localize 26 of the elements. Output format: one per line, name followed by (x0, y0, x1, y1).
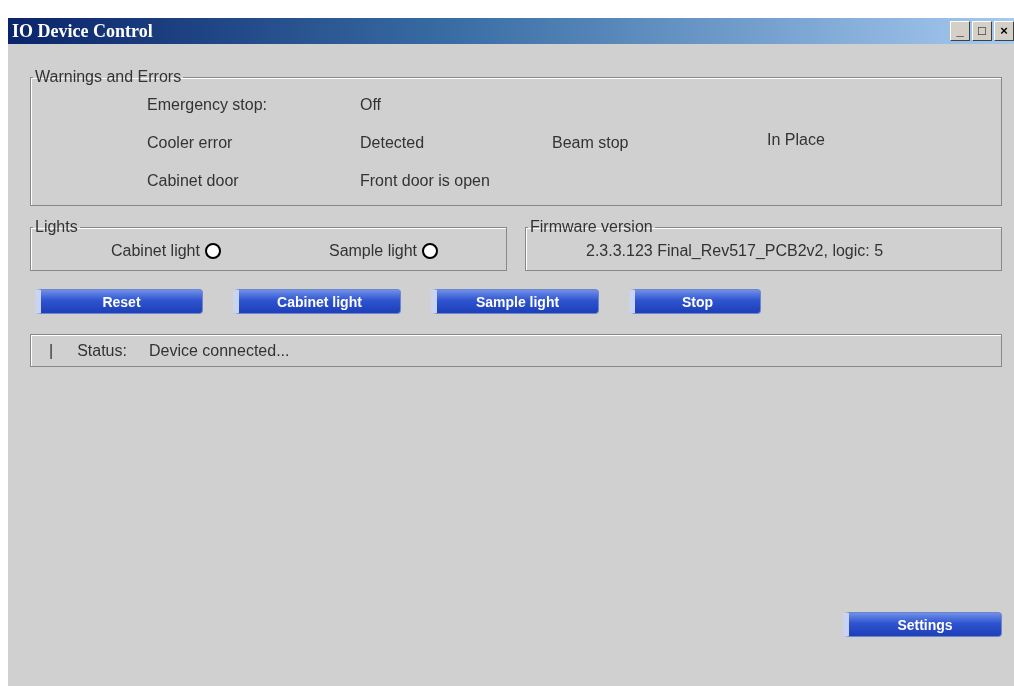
warning-value: In Place (767, 130, 826, 150)
maximize-button[interactable]: □ (972, 21, 992, 41)
action-button[interactable]: Reset (35, 289, 203, 314)
action-button[interactable]: Cabinet light (233, 289, 401, 314)
minimize-button[interactable]: _ (950, 21, 970, 41)
action-button[interactable]: Sample light (431, 289, 599, 314)
status-separator: | (49, 341, 54, 360)
close-button[interactable]: × (994, 21, 1014, 41)
warning-label: Beam stop (552, 133, 630, 153)
window-title: IO Device Control (11, 20, 153, 42)
warning-value: Front door is open (360, 171, 491, 191)
warning-label: Emergency stop: (147, 95, 269, 115)
light-label: Cabinet light (111, 242, 200, 260)
settings-button[interactable]: Settings (843, 612, 1002, 637)
light-label: Sample light (328, 242, 417, 260)
group-title: Firmware version (529, 218, 654, 236)
group-title: Lights (34, 218, 79, 236)
action-button[interactable]: Stop (629, 289, 761, 314)
group-title: Warnings and Errors (34, 68, 183, 86)
firmware-version: 2.3.3.123 Final_Rev517_PCB2v2, logic: 5 (585, 241, 885, 260)
warning-label: Cabinet door (147, 171, 240, 191)
warning-value: Off (360, 95, 383, 115)
status-text: Device connected... (148, 341, 290, 360)
status-label: Status: (77, 341, 127, 360)
warning-label: Cooler error (147, 133, 234, 153)
warning-value: Detected (360, 133, 426, 153)
